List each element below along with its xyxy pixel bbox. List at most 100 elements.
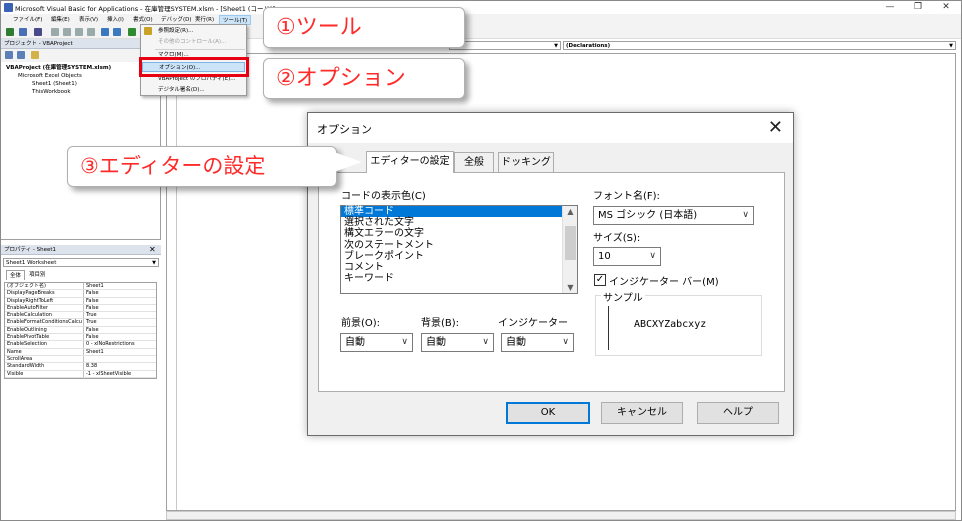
tree-node-sheet1[interactable]: Sheet1 (Sheet1) bbox=[6, 80, 111, 88]
tree-node-excel-objects[interactable]: Microsoft Excel Objects bbox=[6, 72, 111, 80]
property-row[interactable]: EnableOutlining False bbox=[5, 326, 156, 335]
code-color-item[interactable]: ブレークポイント bbox=[341, 251, 577, 262]
indicator-select[interactable]: 自動 ∨ bbox=[501, 333, 574, 352]
tree-node-thisworkbook[interactable]: ThisWorkbook bbox=[6, 88, 111, 96]
background-value: 自動 bbox=[426, 337, 446, 348]
code-color-item[interactable]: 構文エラーの文字 bbox=[341, 228, 577, 239]
font-name-select[interactable]: MS ゴシック (日本語) ∨ bbox=[593, 206, 754, 225]
tab-docking[interactable]: ドッキング bbox=[498, 152, 554, 173]
code-color-item[interactable]: 標準コード bbox=[341, 206, 577, 218]
cancel-button[interactable]: キャンセル bbox=[601, 402, 683, 424]
scroll-down-icon[interactable]: ▼ bbox=[563, 283, 578, 292]
view-code-icon[interactable] bbox=[5, 51, 13, 59]
menu-file[interactable]: ファイル(F) bbox=[10, 15, 45, 25]
ok-button[interactable]: OK bbox=[506, 402, 590, 424]
property-value[interactable]: Sheet1 bbox=[84, 283, 156, 289]
procedure-combo-value: (Declarations) bbox=[566, 43, 611, 49]
foreground-select[interactable]: 自動 ∨ bbox=[340, 333, 413, 352]
scroll-thumb[interactable] bbox=[565, 226, 576, 260]
code-color-item[interactable]: コメント bbox=[341, 262, 577, 273]
tree-node-vbaproject[interactable]: VBAProject (在庫管理SYSTEM.xlsm) bbox=[6, 64, 111, 72]
callout-step1: ①ツール bbox=[263, 7, 465, 48]
property-row[interactable]: StandardWidth 8.38 bbox=[5, 363, 156, 371]
menu-item-digital-signature[interactable]: デジタル署名(D)... bbox=[142, 85, 245, 95]
paste-icon[interactable] bbox=[75, 28, 83, 36]
options-dialog: オプション ✕ エディターの設定 全般 ドッキング コードの表示色(C) 標準コ… bbox=[307, 112, 794, 436]
property-value[interactable]: -1 - xlSheetVisible bbox=[84, 371, 156, 377]
redo-icon[interactable] bbox=[113, 28, 121, 36]
insert-module-icon[interactable] bbox=[19, 28, 27, 36]
code-color-item[interactable]: キーワード bbox=[341, 273, 577, 284]
property-row[interactable]: EnableFormatConditionsCalcu True bbox=[5, 319, 156, 327]
property-row[interactable]: EnableCalculation True bbox=[5, 312, 156, 320]
property-value[interactable] bbox=[84, 356, 156, 362]
background-select[interactable]: 自動 ∨ bbox=[421, 333, 494, 352]
property-key: ScrollArea bbox=[5, 355, 84, 363]
property-value[interactable]: False bbox=[84, 327, 156, 333]
property-value[interactable]: False bbox=[84, 290, 156, 296]
tab-general[interactable]: 全般 bbox=[454, 152, 494, 173]
property-row[interactable]: Visible -1 - xlSheetVisible bbox=[5, 370, 156, 378]
save-icon[interactable] bbox=[34, 28, 42, 36]
view-excel-icon[interactable] bbox=[6, 28, 14, 36]
indicator-bar-label: インジケーター バー(M) bbox=[609, 277, 719, 288]
properties-close-icon[interactable]: ✕ bbox=[149, 245, 156, 255]
horizontal-scrollbar[interactable] bbox=[166, 511, 956, 520]
tab-alphabetic[interactable]: 全体 bbox=[6, 270, 26, 280]
size-label: サイズ(S): bbox=[593, 233, 641, 244]
scroll-up-icon[interactable]: ▲ bbox=[563, 207, 578, 216]
code-colors-scrollbar[interactable]: ▲ ▼ bbox=[562, 206, 577, 293]
property-value[interactable]: 8.38 bbox=[84, 363, 156, 369]
find-icon[interactable] bbox=[87, 28, 95, 36]
property-key: Name bbox=[5, 348, 84, 355]
menu-view[interactable]: 表示(V) bbox=[76, 15, 101, 25]
minimize-icon[interactable]: — bbox=[876, 1, 904, 14]
menu-item-references[interactable]: 参照設定(R)... bbox=[142, 26, 245, 36]
property-row[interactable]: EnablePivotTable False bbox=[5, 334, 156, 342]
copy-icon[interactable] bbox=[63, 28, 71, 36]
chevron-down-icon: ▼ bbox=[554, 43, 558, 49]
property-row[interactable]: Name Sheet1 bbox=[5, 348, 156, 356]
tab-editor-settings[interactable]: エディターの設定 bbox=[366, 151, 454, 173]
menu-item-additional-controls[interactable]: その他のコントロール(A)... bbox=[142, 37, 245, 47]
property-row[interactable]: EnableSelection 0 - xlNoRestrictions bbox=[5, 341, 156, 349]
procedure-combo[interactable]: (Declarations) ▼ bbox=[563, 41, 956, 50]
toggle-folders-icon[interactable] bbox=[31, 51, 39, 59]
property-value[interactable]: True bbox=[84, 312, 156, 318]
size-value: 10 bbox=[598, 251, 611, 262]
property-value[interactable]: False bbox=[84, 305, 156, 311]
foreground-label: 前景(O): bbox=[341, 318, 381, 329]
property-row[interactable]: DisplayRightToLeft False bbox=[5, 297, 156, 305]
property-value[interactable]: Sheet1 bbox=[84, 349, 156, 355]
property-value[interactable]: False bbox=[84, 298, 156, 304]
tab-categorized[interactable]: 項目別 bbox=[26, 271, 49, 280]
size-select[interactable]: 10 ∨ bbox=[593, 247, 661, 266]
code-color-item[interactable]: 選択された文字 bbox=[341, 217, 577, 228]
dialog-close-icon[interactable]: ✕ bbox=[768, 117, 783, 138]
property-row[interactable]: EnableAutoFilter False bbox=[5, 304, 156, 313]
property-value[interactable]: 0 - xlNoRestrictions bbox=[84, 341, 156, 347]
cut-icon[interactable] bbox=[51, 28, 59, 36]
menu-edit[interactable]: 編集(E) bbox=[48, 15, 73, 25]
view-object-icon[interactable] bbox=[17, 51, 25, 59]
code-colors-list[interactable]: 標準コード 選択された文字 構文エラーの文字 次のステートメント ブレークポイント コメン… bbox=[340, 205, 578, 294]
undo-icon[interactable] bbox=[101, 28, 109, 36]
property-value[interactable]: False bbox=[84, 334, 156, 340]
indicator-value: 自動 bbox=[506, 337, 526, 348]
close-icon[interactable]: ✕ bbox=[932, 1, 960, 14]
property-key: DisplayPageBreaks bbox=[5, 290, 84, 297]
maximize-icon[interactable]: ❐ bbox=[904, 1, 932, 14]
property-row[interactable]: DisplayPageBreaks False bbox=[5, 290, 156, 298]
property-row[interactable]: (オブジェクト名) Sheet1 bbox=[5, 283, 156, 291]
callout-step2: ②オプション bbox=[263, 58, 465, 99]
property-row[interactable]: ScrollArea bbox=[5, 355, 156, 364]
property-value[interactable]: True bbox=[84, 319, 156, 325]
chevron-down-icon: ▼ bbox=[152, 260, 156, 266]
code-color-item[interactable]: 次のステートメント bbox=[341, 240, 577, 251]
object-combo[interactable]: ▼ bbox=[449, 41, 561, 50]
properties-object-combo[interactable]: Sheet1 Worksheet ▼ bbox=[3, 258, 159, 267]
run-icon[interactable] bbox=[128, 28, 136, 36]
help-button[interactable]: ヘルプ bbox=[697, 402, 779, 424]
indicator-bar-checkbox[interactable]: ✓ bbox=[594, 274, 606, 286]
menu-insert[interactable]: 挿入(I) bbox=[104, 15, 127, 25]
